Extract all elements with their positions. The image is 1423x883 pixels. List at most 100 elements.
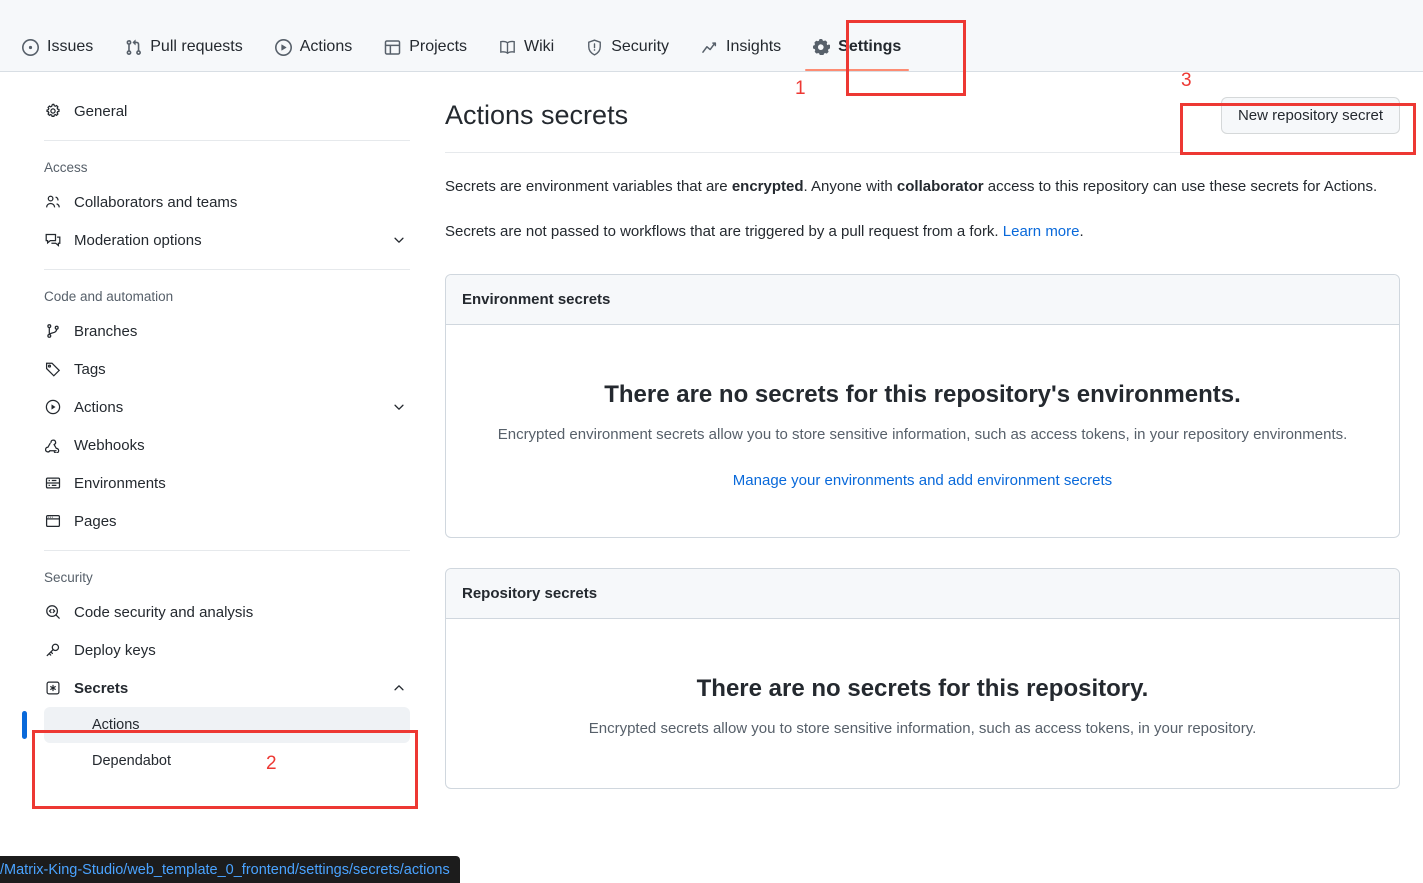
- sidebar-item-label: Moderation options: [74, 231, 202, 249]
- git-branch-icon: [44, 323, 62, 339]
- nav-tab-insights[interactable]: Insights: [685, 23, 797, 71]
- repository-secrets-card-header: Repository secrets: [446, 568, 1399, 619]
- nav-tab-projects[interactable]: Projects: [368, 23, 483, 71]
- play-circle-icon: [44, 399, 62, 415]
- git-pull-request-icon: [125, 39, 142, 56]
- status-bar-url: /Matrix-King-Studio/web_template_0_front…: [0, 861, 450, 878]
- repo-nav-bar: Issues Pull requests Actions Projects Wi…: [0, 0, 1423, 72]
- sidebar-item-code-security-and-analysis[interactable]: Code security and analysis: [36, 593, 418, 631]
- environment-secrets-card-body: There are no secrets for this repository…: [446, 325, 1399, 537]
- sidebar-item-label: Tags: [74, 360, 106, 378]
- nav-tab-pull-requests[interactable]: Pull requests: [109, 23, 259, 71]
- learn-more-link[interactable]: Learn more: [1003, 223, 1080, 240]
- sidebar-divider: [44, 140, 410, 141]
- sidebar-subitem-secrets-dependabot[interactable]: Dependabot: [44, 743, 410, 779]
- sidebar-section-heading-security: Security: [44, 569, 93, 585]
- sidebar-section-heading-code-and-automation: Code and automation: [44, 288, 174, 304]
- sidebar-item-moderation-options[interactable]: Moderation options: [36, 221, 418, 259]
- environment-secrets-blank-title: There are no secrets for this repository…: [604, 380, 1241, 408]
- codescan-icon: [44, 604, 62, 620]
- key-icon: [44, 642, 62, 658]
- gear-icon: [44, 103, 62, 119]
- browser-icon: [44, 513, 62, 529]
- sidebar-item-general[interactable]: General: [36, 92, 418, 130]
- page-root: Issues Pull requests Actions Projects Wi…: [0, 0, 1423, 883]
- issue-opened-icon: [22, 38, 39, 56]
- secrets-description-paragraph: Secrets are environment variables that a…: [445, 175, 1400, 198]
- sidebar-item-environments[interactable]: Environments: [36, 464, 418, 502]
- nav-tab-settings[interactable]: Settings: [797, 23, 917, 71]
- nav-tab-label: Projects: [409, 38, 468, 55]
- sidebar-item-deploy-keys[interactable]: Deploy keys: [36, 631, 418, 669]
- nav-tab-label: Wiki: [524, 38, 555, 55]
- nav-tab-security[interactable]: Security: [570, 23, 685, 71]
- nav-tab-label: Issues: [47, 38, 94, 55]
- nav-tab-label: Pull requests: [150, 38, 243, 55]
- nav-tab-actions[interactable]: Actions: [259, 23, 368, 71]
- nav-tab-wiki[interactable]: Wiki: [483, 23, 570, 71]
- repository-secrets-card: Repository secrets There are no secrets …: [445, 567, 1400, 789]
- sidebar-item-label: Secrets: [74, 679, 129, 697]
- sidebar-item-tags[interactable]: Tags: [36, 350, 418, 388]
- sidebar-item-label: Pages: [74, 512, 117, 530]
- environment-secrets-blank-description: Encrypted environment secrets allow you …: [497, 425, 1348, 443]
- para1-part1: Secrets are environment variables that a…: [445, 178, 732, 195]
- fork-note-paragraph: Secrets are not passed to workflows that…: [445, 220, 1400, 243]
- tag-icon: [44, 361, 62, 377]
- sidebar-item-label: Collaborators and teams: [74, 193, 238, 211]
- chevron-down-icon[interactable]: [392, 400, 406, 414]
- main-header: Actions secrets New repository secret: [445, 92, 1400, 138]
- graph-icon: [701, 39, 718, 56]
- sidebar-item-branches[interactable]: Branches: [36, 312, 418, 350]
- sidebar-item-pages[interactable]: Pages: [36, 502, 418, 540]
- shield-icon: [586, 38, 603, 56]
- nav-tab-issues[interactable]: Issues: [6, 23, 109, 71]
- sidebar-subitem-label: Dependabot: [92, 753, 172, 769]
- environment-secrets-card-header: Environment secrets: [446, 274, 1399, 325]
- nav-tab-label: Insights: [726, 38, 782, 55]
- page-body: General Access Collaborators and teams M…: [0, 72, 1423, 883]
- sidebar-divider: [44, 550, 410, 551]
- repository-secrets-blank-title: There are no secrets for this repository…: [696, 674, 1149, 702]
- sidebar-divider: [44, 269, 410, 270]
- asterisk-key-icon: [44, 680, 62, 696]
- chevron-up-icon[interactable]: [392, 681, 406, 695]
- repository-secrets-blank-description: Encrypted secrets allow you to store sen…: [588, 719, 1257, 737]
- sidebar-item-webhooks[interactable]: Webhooks: [36, 426, 418, 464]
- nav-tab-label: Security: [611, 38, 670, 55]
- sidebar-item-collaborators-and-teams[interactable]: Collaborators and teams: [36, 183, 418, 221]
- sidebar-section-heading-access: Access: [44, 159, 88, 175]
- page-title: Actions secrets: [445, 99, 629, 130]
- people-icon: [44, 194, 62, 210]
- webhook-icon: [44, 437, 62, 453]
- manage-environments-link[interactable]: Manage your environments and add environ…: [470, 472, 1375, 489]
- gear-icon: [813, 38, 831, 56]
- browser-status-bar: /Matrix-King-Studio/web_template_0_front…: [0, 856, 460, 883]
- sidebar-item-label: Code security and analysis: [74, 603, 254, 621]
- settings-sidebar: General Access Collaborators and teams M…: [22, 92, 418, 779]
- server-icon: [44, 475, 62, 491]
- repo-nav-tabs: Issues Pull requests Actions Projects Wi…: [0, 23, 917, 71]
- repository-secrets-card-body: There are no secrets for this repository…: [446, 619, 1399, 788]
- environment-secrets-card: Environment secrets There are no secrets…: [445, 273, 1400, 538]
- play-circle-icon: [274, 38, 292, 56]
- chevron-down-icon[interactable]: [392, 233, 406, 247]
- sidebar-item-secrets[interactable]: Secrets: [36, 669, 418, 707]
- sidebar-subitem-secrets-actions[interactable]: Actions: [22, 707, 410, 743]
- nav-tab-label: Settings: [838, 38, 902, 55]
- para2-suffix: .: [1079, 223, 1084, 241]
- table-icon: [384, 39, 401, 56]
- para1-part2: . Anyone with: [803, 178, 897, 195]
- sidebar-item-label: General: [74, 102, 128, 120]
- sidebar-item-actions[interactable]: Actions: [36, 388, 418, 426]
- main-content: Actions secrets New repository secret Se…: [445, 92, 1400, 789]
- para1-bold-encrypted: encrypted: [731, 178, 804, 195]
- para2-text: Secrets are not passed to workflows that…: [445, 223, 1003, 241]
- sidebar-subitem-label: Actions: [92, 717, 140, 733]
- new-repository-secret-button[interactable]: New repository secret: [1220, 96, 1400, 134]
- nav-tab-label: Actions: [299, 38, 353, 55]
- book-icon: [499, 39, 516, 56]
- comment-discussion-icon: [44, 232, 62, 248]
- para1-bold-collaborator: collaborator: [896, 178, 984, 195]
- sidebar-item-label: Actions: [74, 398, 124, 416]
